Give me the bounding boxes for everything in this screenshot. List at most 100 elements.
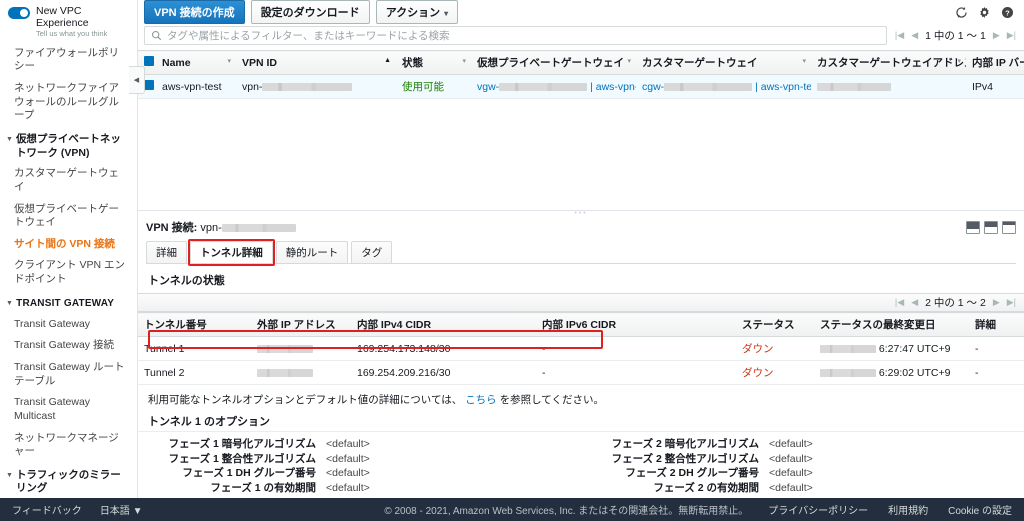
- column-header-label: カスタマーゲートウェイアドレス: [817, 57, 966, 69]
- option-value: <default>: [326, 467, 370, 479]
- chevron-down-icon: ▾: [462, 58, 466, 65]
- sidebar-item-9[interactable]: Transit Gateway 接続: [0, 335, 137, 357]
- feedback-link[interactable]: フィードバック: [12, 502, 82, 517]
- sidebar-item-3[interactable]: カスタマーゲートウェイ: [0, 163, 137, 198]
- actions-button[interactable]: アクション ▾: [375, 0, 459, 24]
- tab-0[interactable]: 詳細: [146, 241, 187, 264]
- tunnel-column-header-2[interactable]: 内部 IPv4 CIDR: [351, 312, 536, 337]
- pagination-first[interactable]: |◀: [895, 30, 904, 41]
- detail-title-label: VPN 接続:: [146, 222, 198, 234]
- option-value: <default>: [769, 467, 813, 479]
- cell-virtual-private-gateway[interactable]: vgw- | aws-vpn-test-vgw: [471, 74, 636, 99]
- sidebar-group-2[interactable]: ▼ 仮想プライベートネットワーク (VPN): [0, 127, 137, 163]
- detail-title: VPN 接続: vpn-: [146, 219, 296, 235]
- new-vpc-experience-toggle-row[interactable]: New VPC Experience Tell us what you thin…: [0, 0, 137, 41]
- select-all-checkbox[interactable]: [144, 56, 154, 66]
- tunnel-options-note: 利用可能なトンネルオプションとデフォルト値の詳細については、 こちら を参照して…: [138, 385, 1024, 410]
- column-header-4[interactable]: カスタマーゲートウェイ ▾: [636, 50, 811, 75]
- tab-3[interactable]: タグ: [351, 241, 393, 264]
- sidebar-item-8[interactable]: Transit Gateway: [0, 314, 137, 336]
- download-configuration-button[interactable]: 設定のダウンロード: [250, 0, 370, 24]
- help-icon[interactable]: ?: [999, 4, 1016, 21]
- detail-header: VPN 接続: vpn-: [138, 216, 1024, 237]
- tunnel-table-row[interactable]: Tunnel 1 169.254.173.148/30- ダウン 6:27:47 U…: [138, 336, 1024, 361]
- tunnel-column-header-1[interactable]: 外部 IP アドレス: [251, 312, 351, 337]
- panel-size-large-button[interactable]: [966, 220, 980, 234]
- panel-size-medium-button[interactable]: [984, 220, 998, 234]
- cell-customer-gateway-address: [811, 74, 966, 99]
- tunnel-column-header-3[interactable]: 内部 IPv6 CIDR: [536, 312, 736, 337]
- language-selector[interactable]: 日本語 ▼: [100, 502, 143, 517]
- phase1-option-row-2: フェーズ 1 DH グループ番号 <default>: [138, 466, 581, 481]
- search-input[interactable]: タグや属性によるフィルター、またはキーワードによる検索: [144, 26, 887, 45]
- masked-date: [820, 368, 876, 377]
- cell-customer-gateway[interactable]: cgw- | aws-vpn-test-cgw: [636, 74, 811, 99]
- column-header-5[interactable]: カスタマーゲートウェイアドレス ▾: [811, 50, 966, 75]
- tunnel-pagination-prev[interactable]: ◀: [911, 297, 918, 308]
- column-header-0[interactable]: Name ▾: [156, 50, 236, 75]
- masked-vpn-id: [221, 224, 296, 232]
- footer: フィードバック 日本語 ▼ © 2008 - 2021, Amazon Web …: [0, 498, 1024, 521]
- row-checkbox[interactable]: [144, 80, 154, 90]
- sidebar-item-4[interactable]: 仮想プライベートゲートウェイ: [0, 199, 137, 234]
- gear-icon[interactable]: [976, 4, 993, 21]
- cell-details: -: [969, 336, 1024, 361]
- pagination-next[interactable]: ▶: [993, 30, 1000, 41]
- sidebar-collapse-handle[interactable]: ◀: [129, 66, 145, 94]
- tab-1[interactable]: トンネル詳細: [190, 241, 273, 264]
- chevron-down-icon: ▼: [6, 299, 14, 307]
- sidebar-group-7[interactable]: ▼ TRANSIT GATEWAY: [0, 291, 137, 314]
- phase2-option-row-3: フェーズ 2 の有効期間 <default>: [581, 481, 1024, 496]
- tunnel-table-row[interactable]: Tunnel 2 169.254.209.216/30- ダウン 6:29:02 U…: [138, 360, 1024, 385]
- aws-vpc-console: New VPC Experience Tell us what you thin…: [0, 0, 1024, 521]
- privacy-policy-link[interactable]: プライバシーポリシー: [768, 502, 868, 517]
- tunnel-options-doc-link[interactable]: こちら: [465, 394, 497, 406]
- sidebar-item-0[interactable]: ファイアウォールポリシー: [0, 43, 137, 78]
- masked-outside-ip: [257, 344, 313, 353]
- cell-outside-ip-address: [251, 360, 351, 385]
- create-vpn-connection-button[interactable]: VPN 接続の作成: [144, 0, 245, 24]
- option-label: フェーズ 1 DH グループ番号: [182, 467, 316, 479]
- option-label: フェーズ 2 DH グループ番号: [625, 467, 759, 479]
- tunnel-column-header-4[interactable]: ステータス: [736, 312, 814, 337]
- sidebar-item-5[interactable]: サイト間の VPN 接続: [0, 234, 137, 256]
- cookie-preferences-link[interactable]: Cookie の設定: [948, 502, 1012, 517]
- option-value: <default>: [769, 452, 813, 465]
- chevron-down-icon: ▼: [6, 471, 13, 479]
- tunnel-column-header-5[interactable]: ステータスの最終変更日: [814, 312, 969, 337]
- cell-status-last-changed: 6:27:47 UTC+9: [814, 336, 969, 361]
- pagination-prev[interactable]: ◀: [911, 30, 918, 41]
- pagination-last[interactable]: ▶|: [1007, 30, 1016, 41]
- option-value: <default>: [326, 452, 370, 465]
- tunnel-column-header-0[interactable]: トンネル番号: [138, 312, 251, 337]
- tunnel-pagination-last[interactable]: ▶|: [1007, 297, 1016, 308]
- new-vpc-experience-sublabel[interactable]: Tell us what you think: [36, 29, 131, 39]
- column-header-2[interactable]: 状態 ▾: [396, 50, 471, 75]
- column-header-6[interactable]: 内部 IP バージョン▾: [966, 50, 1024, 75]
- tunnel-pagination-first[interactable]: |◀: [895, 297, 904, 308]
- sidebar-item-11[interactable]: Transit Gateway Multicast: [0, 392, 137, 427]
- table-row[interactable]: aws-vpn-testvpn- 使用可能 vgw- | aws-vpn-test-…: [138, 74, 1024, 99]
- column-header-3[interactable]: 仮想プライベートゲートウェイ ▾: [471, 50, 636, 75]
- sidebar-item-12[interactable]: ネットワークマネージャー: [0, 428, 137, 463]
- column-header-1[interactable]: VPN ID ▲: [236, 50, 396, 75]
- tunnel-1-options-title: トンネル 1 のオプション: [148, 416, 271, 428]
- sidebar-item-10[interactable]: Transit Gateway ルートテーブル: [0, 357, 137, 392]
- masked-cgw-address: [817, 82, 891, 91]
- search-icon: [151, 30, 162, 41]
- cell-outside-ip-address: [251, 336, 351, 361]
- option-label: フェーズ 1 整合性アルゴリズム: [168, 452, 316, 465]
- refresh-icon[interactable]: [953, 4, 970, 21]
- sidebar-group-13[interactable]: ▼ トラフィックのミラーリング: [0, 463, 137, 498]
- tunnel-pagination-next[interactable]: ▶: [993, 297, 1000, 308]
- new-vpc-experience-toggle[interactable]: [8, 7, 30, 19]
- tunnel-column-header-6[interactable]: 詳細: [969, 312, 1024, 337]
- cell-status-last-changed: 6:29:02 UTC+9: [814, 360, 969, 385]
- sidebar-item-6[interactable]: クライアント VPN エンドポイント: [0, 255, 137, 290]
- terms-of-use-link[interactable]: 利用規約: [888, 502, 928, 517]
- tab-2[interactable]: 静的ルート: [275, 241, 349, 264]
- panel-size-small-button[interactable]: [1002, 220, 1016, 234]
- sidebar: New VPC Experience Tell us what you thin…: [0, 0, 138, 498]
- phase1-option-row-3: フェーズ 1 の有効期間 <default>: [138, 481, 581, 496]
- sidebar-item-1[interactable]: ネットワークファイアウォールのルールグループ: [0, 78, 137, 127]
